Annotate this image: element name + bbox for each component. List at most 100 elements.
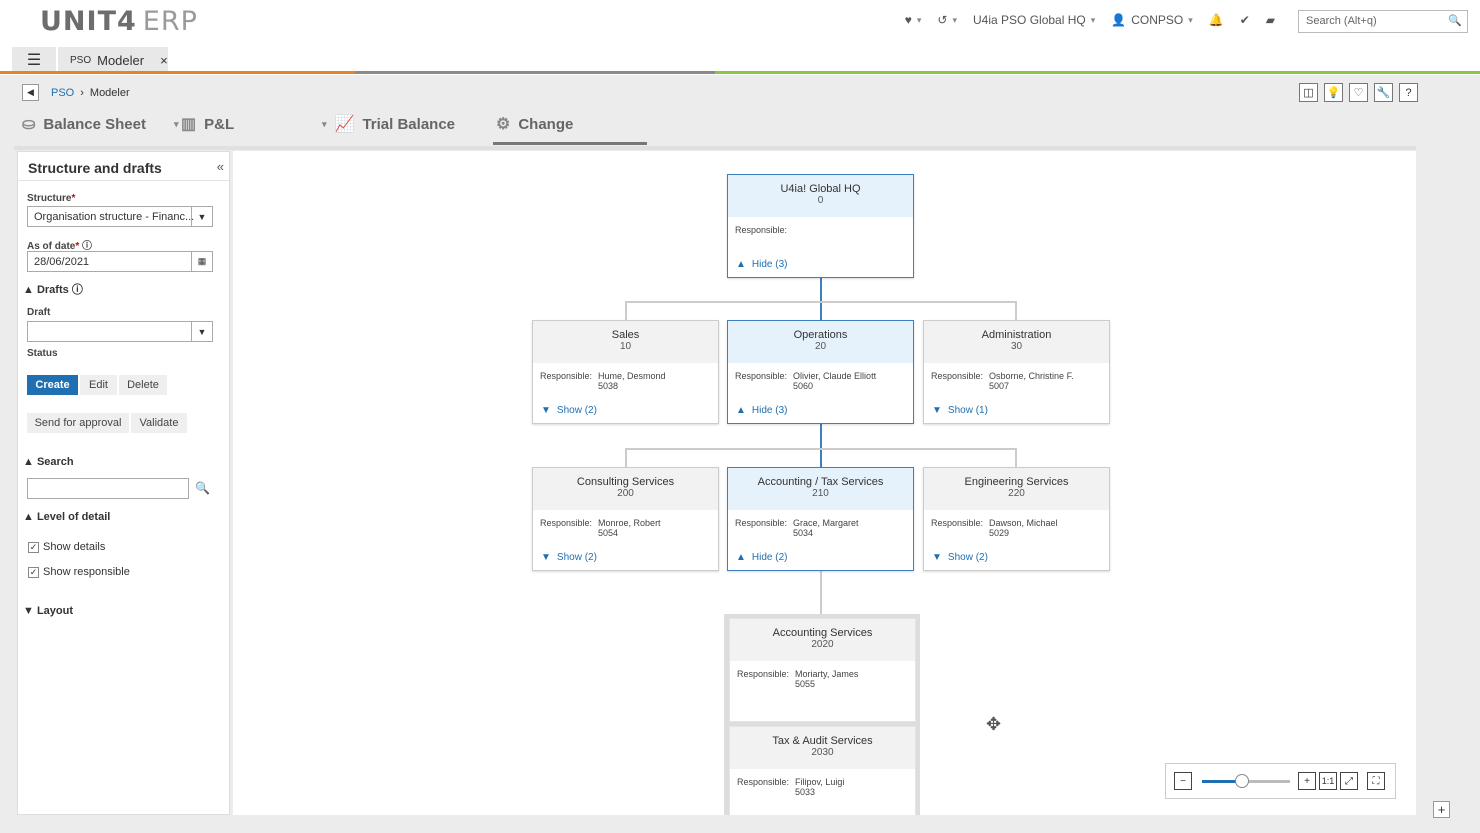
check-icon: ✓ <box>28 541 39 553</box>
chevron-down-icon: ▼ <box>541 405 551 416</box>
zoom-out-icon[interactable]: − <box>1174 772 1192 790</box>
chevron-down-icon[interactable]: ▾ <box>322 119 327 130</box>
fullscreen-icon[interactable]: ⛶ <box>1367 772 1385 790</box>
org-node-tax-audit[interactable]: Tax & Audit Services 2030 Responsible: Fil… <box>729 726 916 815</box>
level-of-detail-header[interactable]: ▲ Level of detail <box>23 511 110 523</box>
company-name: U4ia PSO Global HQ <box>973 13 1086 27</box>
status-label: Status <box>27 348 58 359</box>
breadcrumb-pso[interactable]: PSO <box>51 87 74 99</box>
logo-product: ERP <box>142 6 198 37</box>
collapse-icon[interactable]: « <box>217 159 224 174</box>
chart-bars-icon: ▥ <box>181 116 197 133</box>
undo-icon: ↺ <box>937 13 948 27</box>
org-node-consulting[interactable]: Consulting Services 200 Responsible: Monro… <box>532 467 719 571</box>
node-toggle[interactable]: ▼ Show (2) <box>932 552 988 563</box>
chevron-down-icon: ▼ <box>541 552 551 563</box>
org-node-accounting-services[interactable]: Accounting Services 2020 Responsible: Mori… <box>729 618 916 722</box>
structure-panel: Structure and drafts « Structure* Organi… <box>17 151 230 815</box>
node-responsible: Responsible: Hume, Desmond 5038 <box>540 371 666 391</box>
draft-select[interactable]: ▼ <box>27 321 213 342</box>
tab-change-label: Change <box>518 115 574 133</box>
tab-balance-sheet[interactable]: ⛀ Balance Sheet ▾ <box>22 114 178 134</box>
org-node-operations[interactable]: Operations 20 Responsible: Olivier, Claude… <box>727 320 914 424</box>
node-header: Accounting / Tax Services 210 <box>728 468 913 510</box>
connector <box>625 301 1017 303</box>
split-view-icon[interactable]: ◫ <box>1299 83 1318 102</box>
connector <box>820 424 822 467</box>
panel-search-input[interactable] <box>27 478 189 499</box>
org-node-hq[interactable]: U4ia! Global HQ 0 Responsible: ▲ Hide (3) <box>727 174 914 278</box>
org-chart-canvas[interactable]: U4ia! Global HQ 0 Responsible: ▲ Hide (3) … <box>233 151 1416 815</box>
tasks-button[interactable]: ✔ <box>1240 13 1250 27</box>
tab-trial-balance[interactable]: ▾ 📈 Trial Balance <box>322 114 455 134</box>
zoom-slider-handle[interactable] <box>1234 774 1249 788</box>
search-icon[interactable]: 🔍 <box>1448 14 1462 27</box>
show-details-label: Show details <box>43 541 106 553</box>
fit-expand-icon[interactable]: ⤢ <box>1340 772 1358 790</box>
tab-modeler[interactable]: PSO Modeler × <box>58 47 168 73</box>
history-menu[interactable]: ↺ ▾ <box>937 13 957 27</box>
calendar-icon[interactable]: ▦ <box>191 252 212 271</box>
node-header: Administration 30 <box>924 321 1109 363</box>
help-icon[interactable]: ? <box>1399 83 1418 102</box>
company-menu[interactable]: U4ia PSO Global HQ ▾ <box>973 13 1095 27</box>
chat-button[interactable]: ▰ <box>1266 13 1275 27</box>
zoom-in-icon[interactable]: + <box>1298 772 1316 790</box>
node-toggle[interactable]: ▲ Hide (2) <box>736 552 787 563</box>
chevron-down-icon[interactable]: ▼ <box>191 207 212 226</box>
layout-section-header[interactable]: ▼ Layout <box>23 605 73 617</box>
page-tools: ◫ 💡 ♡ 🔧 ? <box>1299 83 1418 102</box>
global-search-input[interactable]: Search (Alt+q) 🔍 <box>1298 10 1468 33</box>
lightbulb-icon[interactable]: 💡 <box>1324 83 1343 102</box>
edit-button[interactable]: Edit <box>80 375 117 395</box>
org-node-sales[interactable]: Sales 10 Responsible: Hume, Desmond 5038 ▼ S… <box>532 320 719 424</box>
tab-change[interactable]: ⚙ Change <box>496 114 573 134</box>
layout-section-title: Layout <box>36 605 74 617</box>
apps-menu-button[interactable]: ☰ <box>12 47 56 73</box>
wrench-icon[interactable]: 🔧 <box>1374 83 1393 102</box>
back-button[interactable]: ◀ <box>22 84 39 101</box>
drafts-section-header[interactable]: ▲ Drafts ⓘ <box>23 281 83 297</box>
as-of-date-input[interactable]: 28/06/2021 ▦ <box>27 251 213 272</box>
validate-button[interactable]: Validate <box>131 413 187 433</box>
node-toggle[interactable]: ▼ Show (2) <box>541 405 597 416</box>
help-icon[interactable]: ⓘ <box>72 284 83 296</box>
chevron-down-icon[interactable]: ▾ <box>174 119 179 130</box>
node-toggle[interactable]: ▼ Show (2) <box>541 552 597 563</box>
chevron-down-icon: ▾ <box>916 14 922 25</box>
org-node-accounting-tax[interactable]: Accounting / Tax Services 210 Responsible… <box>727 467 914 571</box>
create-button[interactable]: Create <box>27 375 78 395</box>
list-icon: ☰ <box>26 52 42 69</box>
chevron-up-icon: ▲ <box>736 552 746 563</box>
structure-select[interactable]: Organisation structure - Financ... ▼ <box>27 206 213 227</box>
show-details-checkbox[interactable]: ✓ Show details <box>28 541 105 553</box>
tab-pnl[interactable]: ▥ P&L <box>181 114 234 134</box>
search-icon[interactable]: 🔍 <box>195 481 210 495</box>
top-nav: ♥ ▾ ↺ ▾ U4ia PSO Global HQ ▾ 👤 CONPSO ▾ 🔔 ✔ ▰ <box>905 13 1275 27</box>
user-name: CONPSO <box>1131 13 1184 27</box>
actual-size-button[interactable]: 1:1 <box>1319 772 1337 790</box>
add-button[interactable]: + <box>1433 801 1450 818</box>
unit4-logo[interactable]: UNIT4 ERP <box>40 6 198 37</box>
connector <box>625 448 627 467</box>
notifications-button[interactable]: 🔔 <box>1209 13 1224 27</box>
node-toggle[interactable]: ▲ Hide (3) <box>736 259 787 270</box>
node-header: Engineering Services 220 <box>924 468 1109 510</box>
org-node-engineering[interactable]: Engineering Services 220 Responsible: Daws… <box>923 467 1110 571</box>
favourites-menu[interactable]: ♥ ▾ <box>905 13 922 27</box>
delete-button[interactable]: Delete <box>119 375 167 395</box>
search-section-header[interactable]: ▲ Search <box>23 456 74 468</box>
org-node-administration[interactable]: Administration 30 Responsible: Osborne, Ch… <box>923 320 1110 424</box>
node-toggle[interactable]: ▲ Hide (3) <box>736 405 787 416</box>
user-menu[interactable]: 👤 CONPSO ▾ <box>1111 13 1193 27</box>
close-icon[interactable]: × <box>160 53 168 68</box>
node-toggle[interactable]: ▼ Show (1) <box>932 405 988 416</box>
send-for-approval-button[interactable]: Send for approval <box>27 413 129 433</box>
show-responsible-checkbox[interactable]: ✓ Show responsible <box>28 566 130 578</box>
accent-bar-orange <box>0 71 355 74</box>
favourite-icon[interactable]: ♡ <box>1349 83 1368 102</box>
node-responsible: Responsible: <box>735 225 788 235</box>
node-responsible: Responsible: Osborne, Christine F. 5007 <box>931 371 1074 391</box>
chevron-down-icon[interactable]: ▼ <box>191 322 212 341</box>
breadcrumb: ◀ PSO › Modeler <box>22 84 130 101</box>
